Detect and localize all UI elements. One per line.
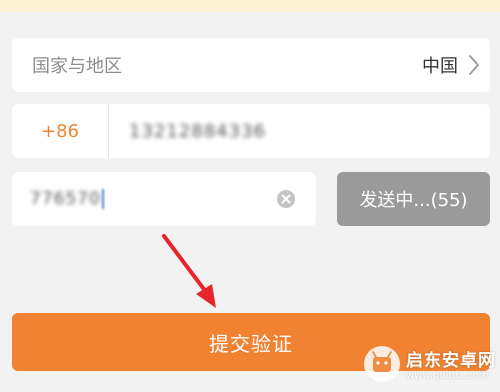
watermark-logo-icon xyxy=(364,346,400,382)
verification-code-input[interactable]: 776570 xyxy=(30,189,104,209)
watermark: 启东安卓网 www.qdltdz.com xyxy=(358,342,500,392)
country-code: +86 xyxy=(41,120,79,142)
red-arrow-icon xyxy=(150,228,230,314)
watermark-url: www.qdltdz.com xyxy=(406,370,489,381)
phone-number-input[interactable]: 13212884336 xyxy=(109,104,490,158)
verification-code-field[interactable]: 776570 xyxy=(12,172,316,226)
text-caret xyxy=(101,189,104,209)
region-value-group: 中国 xyxy=(422,52,480,78)
chevron-right-icon xyxy=(468,54,480,76)
send-code-label: 发送中...(55) xyxy=(359,190,468,211)
country-code-selector[interactable]: +86 xyxy=(12,104,109,158)
send-code-button[interactable]: 发送中...(55) xyxy=(337,172,490,226)
region-label: 国家与地区 xyxy=(32,56,122,77)
clear-circle-icon[interactable] xyxy=(276,189,296,209)
region-value: 中国 xyxy=(422,56,458,77)
region-selector[interactable]: 国家与地区 中国 xyxy=(12,38,490,92)
submit-label: 提交验证 xyxy=(209,331,293,356)
watermark-title: 启东安卓网 xyxy=(406,351,496,371)
phone-row: +86 13212884336 xyxy=(12,104,490,158)
top-banner xyxy=(0,0,500,12)
phone-number-value: 13212884336 xyxy=(129,120,266,142)
verification-code-value: 776570 xyxy=(30,189,101,209)
